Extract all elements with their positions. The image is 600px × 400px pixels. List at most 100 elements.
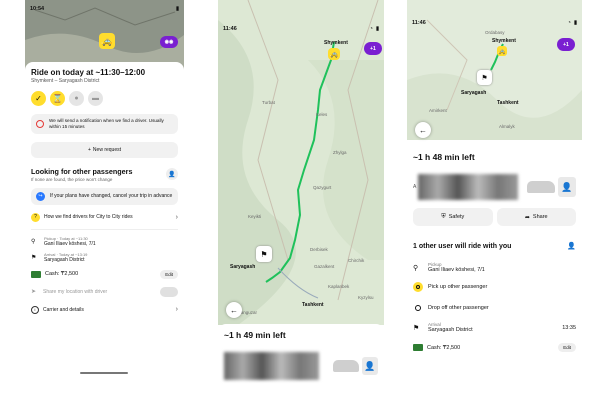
passenger-count-text: +1	[370, 45, 376, 52]
passenger-count-text: +1	[563, 41, 569, 48]
flag-icon: ⚑	[413, 324, 420, 332]
wifi-icon: ◔	[567, 20, 571, 26]
how-we-find-label: How we find drivers for City to City rid…	[44, 214, 133, 221]
share-label: Share	[532, 214, 548, 220]
shield-icon: ⛨	[441, 213, 446, 220]
back-button[interactable]: ←	[415, 122, 431, 138]
car-image	[333, 360, 359, 372]
person-walk-icon: ⚲	[31, 238, 36, 245]
cancel-advice-text: If your plans have changed, cancel your …	[50, 193, 173, 200]
arrow-left-icon: ←	[230, 305, 238, 315]
phone-screen-trip-details: 11:46 ◔ ▮ +1 Ordabasy Shymkent 🚕 ⚑ Sarya…	[407, 0, 582, 400]
cash-icon	[413, 344, 423, 351]
map-label-amirkent: Amirkent	[429, 108, 447, 113]
passengers-title: Looking for other passengers	[31, 166, 133, 176]
arrival-value: Saryagash District	[428, 327, 473, 333]
trip-sheet: ~1 h 48 min left A 👤 ⛨ Safety ➦ Share 1 …	[407, 144, 582, 400]
map-label-gazalkent: Gazalkent	[314, 264, 335, 269]
plate-partial: A	[413, 184, 417, 190]
map-label-keles: Keles	[316, 112, 328, 117]
question-icon: ?	[31, 212, 40, 222]
map-label-tashkent: Tashkent	[497, 100, 519, 106]
route-map-canvas	[218, 0, 384, 325]
car-pin-icon: 🚕	[328, 48, 340, 60]
car-icon: ▬	[88, 91, 103, 106]
map-label-tashkent: Tashkent	[302, 302, 324, 308]
route-map[interactable]	[218, 0, 384, 325]
ride-sheet: Ride on today at ~11:30–12:00 Shymkent –…	[25, 62, 184, 400]
arrival-time: 13:35	[562, 324, 576, 331]
map-label-chirchik: Chirchik	[348, 258, 365, 263]
pickup-value: Gani Iliaev köshesi, 7/1	[428, 267, 485, 273]
chevron-right-icon: ›	[175, 306, 178, 314]
phone-screen-ride-request: 10:54 ▮ 🚕 ◉◉ Ride on today at ~11:30–12:…	[25, 0, 184, 400]
new-request-label: New request	[92, 146, 121, 153]
battery-icon: ▮	[375, 26, 379, 32]
cancel-advice-row[interactable]: ↪ If your plans have changed, cancel you…	[31, 187, 178, 205]
arrival-row: ⚑ Arrival Saryagash District 13:35	[413, 322, 576, 333]
status-time: 10:54	[30, 6, 45, 12]
battery-icon: ▮	[175, 6, 179, 12]
map-label-keyikti: Keyikti	[248, 214, 262, 219]
action-buttons: ⛨ Safety ➦ Share	[413, 208, 576, 226]
passenger-count-badge[interactable]: +1	[557, 38, 575, 51]
map-label-saryagash: Saryagash	[230, 264, 256, 270]
share-button[interactable]: ➦ Share	[496, 208, 576, 226]
person-walk-icon: ⚲	[413, 264, 419, 272]
car-pin-icon: 🚕	[497, 46, 507, 56]
notification-notice: We will send a notification when we find…	[31, 114, 178, 134]
payment-row: Cash: ₸2,500 Edit	[413, 343, 576, 352]
share-location-label: Share my location with driver	[43, 288, 108, 295]
map-label-shymkent: Shymkent	[492, 38, 516, 44]
hourglass-icon: ⌛	[50, 91, 65, 106]
car-image	[527, 181, 555, 193]
map-label-shymkent: Shymkent	[324, 40, 348, 46]
driver-avatar: 👤	[558, 177, 576, 197]
pickup-dot-icon	[413, 282, 423, 292]
co-passenger-row: 1 other user will ride with you 👤	[413, 242, 576, 251]
arrival-value: Saryagash District	[44, 256, 85, 263]
info-arrow-icon: ↪	[36, 191, 45, 201]
location-icon: ➤	[31, 289, 37, 296]
passengers-subtitle: If none are found, the price won't chang…	[31, 176, 113, 182]
flag-icon: ⚑	[31, 254, 37, 261]
home-indicator	[80, 372, 128, 374]
pick-up-other-label: Pick up other passenger	[428, 284, 488, 290]
status-time: 11:46	[223, 26, 237, 32]
map-label-almalyk: Almalyk	[499, 124, 515, 129]
carrier-row[interactable]: i Carrier and details ›	[31, 305, 178, 314]
how-we-find-row[interactable]: ? How we find drivers for City to City r…	[31, 212, 178, 222]
ride-progress: ✓ ⌛ ● ▬	[31, 91, 178, 106]
safety-button[interactable]: ⛨ Safety	[413, 208, 493, 226]
ride-title: Ride on today at ~11:30–12:00	[31, 68, 146, 77]
pick-up-other-row: Pick up other passenger	[413, 282, 576, 292]
new-request-button[interactable]: + New request	[31, 141, 178, 158]
driver-card: 👤	[224, 352, 378, 380]
back-button[interactable]: ←	[226, 302, 242, 318]
blurred-driver-info	[224, 352, 319, 380]
plus-icon: +	[88, 146, 91, 153]
user-icon: 👤	[567, 243, 576, 250]
map-label-turbat: Turbat	[262, 100, 275, 105]
trip-sheet: ~1 h 49 min left 👤	[218, 324, 384, 400]
passenger-count-badge[interactable]: +1	[364, 42, 382, 55]
status-bar: 11:46 ◔ ▮	[218, 22, 384, 36]
taxi-badge[interactable]: ◉◉	[160, 36, 178, 48]
map-label-kaplanbek: Kaplanbek	[328, 284, 350, 289]
safety-label: Safety	[448, 214, 465, 220]
edit-payment-button[interactable]: Edit	[160, 269, 178, 279]
drop-off-other-row: Drop off other passenger	[413, 303, 576, 313]
arrow-left-icon: ←	[419, 125, 427, 135]
dropoff-dot-icon	[413, 303, 423, 313]
user-icon: 👤	[166, 168, 178, 181]
share-icon: ➦	[524, 214, 530, 221]
pickup-row: ⚲ Pickup · Today at ~11:30 Gani Iliaev k…	[31, 236, 178, 247]
ride-subtitle: Shymkent – Saryagash District	[31, 78, 100, 84]
share-location-toggle[interactable]	[160, 286, 178, 297]
phone-screen-route-map: 11:46 ◔ ▮ +1 Shymkent 🚕 Turbat Keles Zhy…	[218, 0, 384, 400]
edit-payment-button[interactable]: Edit	[558, 343, 576, 352]
passengers-section: Looking for other passengers If none are…	[31, 167, 178, 182]
map-label-derbisek: Derbisek	[310, 247, 328, 252]
status-bar: 11:46 ◔ ▮	[407, 16, 582, 30]
driver-avatar: 👤	[362, 357, 378, 375]
